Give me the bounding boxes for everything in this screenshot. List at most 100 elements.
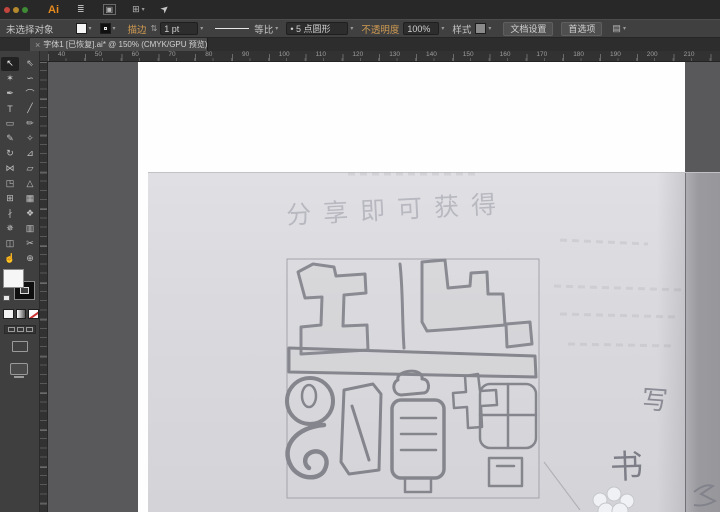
shape-builder-tool[interactable]: ◳ <box>1 177 19 191</box>
application-bar: Ai ≣ ▣ ⊞ ▾ ➤ <box>0 0 720 19</box>
document-setup-button[interactable]: 文档设置 <box>503 21 554 36</box>
lasso-tool-icon: ∽ <box>26 73 34 83</box>
width-tool-icon: ⋈ <box>5 163 15 173</box>
vertical-ruler[interactable] <box>40 62 48 512</box>
share-icon[interactable]: ➤ <box>158 3 171 17</box>
fill-color-swatch[interactable] <box>75 23 87 34</box>
ruler-number: 150 <box>462 51 474 58</box>
panel-menu-icon[interactable]: ▤ <box>612 23 621 34</box>
chevron-down-icon[interactable]: ▾ <box>113 25 116 32</box>
rectangle-tool[interactable]: ▭ <box>1 117 19 131</box>
scale-tool-icon: ⊿ <box>26 148 34 158</box>
draw-behind-icon[interactable] <box>16 327 24 332</box>
ruler-number: 130 <box>389 51 401 58</box>
color-mode-buttons <box>3 309 40 319</box>
chevron-down-icon[interactable]: ▾ <box>89 25 92 32</box>
horizontal-ruler[interactable]: 40 50 60 70 80 90 100 110 120 130 140 150 160 170 180 1… <box>48 51 720 62</box>
free-transform-tool-icon: ▱ <box>26 163 34 173</box>
scale-tool[interactable]: ⊿ <box>21 147 39 161</box>
default-fill-stroke-button[interactable] <box>3 295 10 301</box>
ruler-number: 170 <box>536 51 548 58</box>
rotate-tool[interactable]: ↻ <box>1 147 19 161</box>
ruler-number: 140 <box>426 51 437 58</box>
ruler-corner <box>40 51 48 62</box>
layout-lines-icon[interactable]: ≣ <box>77 4 85 15</box>
style-swatch[interactable] <box>475 23 487 34</box>
draw-normal-icon[interactable] <box>7 327 15 332</box>
drawing-mode-buttons[interactable] <box>4 325 36 334</box>
canvas-area[interactable]: 分享即可获得 写 书 <box>48 62 720 512</box>
pencil-tool[interactable]: ✎ <box>1 132 19 146</box>
fullscreen-window-button[interactable] <box>22 6 28 13</box>
gradient-tool[interactable]: ▦ <box>21 192 39 206</box>
chevron-down-icon[interactable]: ▾ <box>441 25 444 32</box>
ruler-number: 120 <box>352 51 364 58</box>
document-tab-bar: × 字体1 [已恢复].ai* @ 150% (CMYK/GPU 预览) <box>0 38 720 51</box>
mesh-tool-icon: ⊞ <box>6 193 14 203</box>
paintbrush-tool[interactable]: ✏ <box>21 117 39 131</box>
opacity-panel-link[interactable]: 不透明度 <box>361 22 399 36</box>
preferences-button[interactable]: 首选项 <box>561 21 603 36</box>
color-button[interactable] <box>3 309 14 319</box>
curvature-tool[interactable]: ⌒ <box>21 87 39 101</box>
width-profile-label[interactable]: 等比 <box>254 22 273 36</box>
chevron-down-icon[interactable]: ▾ <box>623 25 626 32</box>
chevron-down-icon[interactable]: ▾ <box>488 25 491 32</box>
eyedropper-tool[interactable]: ∤ <box>1 207 19 221</box>
minimize-window-button[interactable] <box>13 6 19 13</box>
mesh-tool[interactable]: ⊞ <box>1 192 19 206</box>
screen-mode-button[interactable] <box>12 341 28 352</box>
opacity-value: 100% <box>407 23 431 34</box>
tools-panel: ↖ ⇖ ✶ ∽ ✒ ⌒ T ╱ ▭ ✏ ✎ ✧ ↻ ⊿ ⋈ ▱ ◳ △ ⊞ ▦ ∤ ❖ ✵ ▥ ◫ ✂ ☝ ⊕ <box>0 51 40 512</box>
brush-definition-combo[interactable]: • 5 点圆形 <box>286 22 349 35</box>
type-tool[interactable]: T <box>1 102 19 116</box>
type-tool-icon: T <box>7 103 13 114</box>
ruler-number: 190 <box>610 51 621 58</box>
stroke-color-swatch[interactable] <box>99 23 111 34</box>
column-graph-tool[interactable]: ▥ <box>21 222 39 236</box>
arrange-documents-icon[interactable]: ⊞ <box>132 4 140 15</box>
direct-selection-tool[interactable]: ⇖ <box>21 57 39 71</box>
chevron-down-icon[interactable]: ▾ <box>350 25 353 32</box>
symbol-sprayer-tool[interactable]: ✵ <box>1 222 19 236</box>
magic-wand-tool[interactable]: ✶ <box>1 72 19 86</box>
stroke-panel-link[interactable]: 描边 <box>128 22 147 36</box>
chevron-down-icon[interactable]: ▾ <box>142 6 145 13</box>
close-window-button[interactable] <box>4 6 10 13</box>
draw-inside-icon[interactable] <box>25 327 33 332</box>
width-tool[interactable]: ⋈ <box>1 162 19 176</box>
workspace-icon[interactable]: ▣ <box>102 4 117 15</box>
free-transform-tool[interactable]: ▱ <box>21 162 39 176</box>
lasso-tool[interactable]: ∽ <box>21 72 39 86</box>
chevron-down-icon[interactable]: ▾ <box>275 25 278 32</box>
pen-tool[interactable]: ✒ <box>1 87 19 101</box>
variable-width-preview <box>215 28 250 29</box>
hand-tool[interactable]: ☝ <box>1 252 19 266</box>
none-button[interactable] <box>28 309 40 319</box>
paper-edge <box>685 173 720 512</box>
shape-builder-tool-icon: ◳ <box>5 178 15 188</box>
sketch-side-char-top: 写 <box>640 384 669 416</box>
chevron-down-icon[interactable]: ▾ <box>200 25 203 32</box>
artboard-tool[interactable]: ◫ <box>1 237 19 251</box>
blend-tool[interactable]: ❖ <box>21 207 39 221</box>
stroke-width-stepper[interactable]: ⇅ <box>151 24 158 33</box>
paintbrush-tool-icon: ✏ <box>26 118 34 128</box>
stroke-width-combo[interactable]: 1 pt <box>160 22 199 35</box>
selection-tool[interactable]: ↖ <box>1 56 19 71</box>
ruler-number: 50 <box>94 51 103 58</box>
document-tab[interactable]: × 字体1 [已恢复].ai* @ 150% (CMYK/GPU 预览) <box>30 38 208 51</box>
fill-indicator[interactable] <box>3 269 24 288</box>
touch-workspace-icon[interactable] <box>10 363 28 378</box>
opacity-combo[interactable]: 100% <box>403 22 440 35</box>
shaper-tool[interactable]: ✧ <box>21 132 39 146</box>
pencil-tool-icon: ✎ <box>6 133 14 143</box>
gradient-button[interactable] <box>15 309 27 319</box>
ruler-number: 160 <box>499 51 511 58</box>
zoom-tool[interactable]: ⊕ <box>21 252 39 266</box>
line-segment-tool[interactable]: ╱ <box>21 102 39 116</box>
slice-tool[interactable]: ✂ <box>21 237 39 251</box>
perspective-grid-tool[interactable]: △ <box>21 177 39 191</box>
fill-stroke-indicator[interactable] <box>3 269 37 303</box>
close-tab-icon[interactable]: × <box>35 40 40 50</box>
